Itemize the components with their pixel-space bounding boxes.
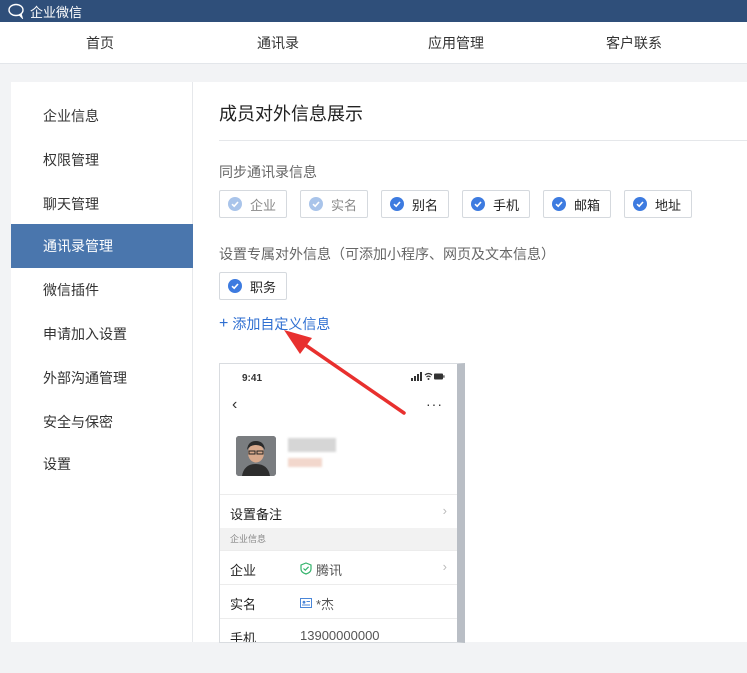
sync-chip-group: 企业 实名 别名 手机 邮箱 地址 (219, 190, 719, 218)
sync-section-label: 同步通讯录信息 (219, 164, 317, 180)
sidebar-item-permissions[interactable]: 权限管理 (11, 138, 193, 182)
avatar (236, 436, 276, 476)
realname-row: 实名 *杰 (220, 584, 457, 618)
checkmark-icon (228, 279, 242, 293)
chip-position[interactable]: 职务 (219, 272, 288, 300)
nav-contacts[interactable]: 通讯录 (218, 22, 338, 64)
nav-home[interactable]: 首页 (40, 22, 160, 64)
checkmark-icon (228, 197, 242, 211)
wecom-logo-icon (8, 3, 26, 19)
custom-info-section-label: 设置专属对外信息（可添加小程序、网页及文本信息） (219, 246, 555, 262)
sidebar-item-chat-management[interactable]: 聊天管理 (11, 182, 193, 226)
sidebar-item-external-communication[interactable]: 外部沟通管理 (11, 356, 193, 400)
page-title: 成员对外信息展示 (219, 104, 363, 124)
company-row[interactable]: 企业 腾讯 › (220, 550, 457, 584)
id-card-icon (300, 596, 312, 611)
chip-company: 企业 (219, 190, 288, 218)
sidebar-item-wechat-plugin[interactable]: 微信插件 (11, 268, 193, 312)
company-info-group-label: 企业信息 (220, 528, 457, 550)
sidebar-item-settings[interactable]: 设置 (11, 442, 193, 486)
chevron-right-icon: › (442, 559, 447, 574)
back-chevron-icon[interactable]: ‹ (232, 396, 237, 414)
chip-alias[interactable]: 别名 (381, 190, 450, 218)
checkmark-icon (471, 197, 485, 211)
blurred-subtitle (288, 458, 322, 467)
title-divider (219, 140, 747, 141)
checkmark-icon (552, 197, 566, 211)
top-nav: 首页 通讯录 应用管理 客户联系 (0, 22, 747, 64)
checkmark-icon (633, 197, 647, 211)
phone-status-bar: 9:41 (220, 364, 457, 394)
chip-address[interactable]: 地址 (624, 190, 693, 218)
chip-realname: 实名 (300, 190, 369, 218)
chevron-right-icon: › (442, 503, 447, 518)
main-panel: 成员对外信息展示 同步通讯录信息 企业 实名 别名 手机 邮箱 地址 设置专属对… (193, 82, 747, 643)
signal-wifi-battery-icon (411, 372, 445, 381)
nav-apps[interactable]: 应用管理 (396, 22, 516, 64)
phone-time: 9:41 (242, 373, 263, 384)
blurred-name (288, 438, 336, 452)
app-titlebar: 企业微信 (0, 0, 747, 22)
sidebar-item-security[interactable]: 安全与保密 (11, 400, 193, 444)
sidebar-item-join-settings[interactable]: 申请加入设置 (11, 312, 193, 356)
nav-customer-contact[interactable]: 客户联系 (574, 22, 694, 64)
sidebar: 企业信息 权限管理 聊天管理 通讯录管理 微信插件 申请加入设置 外部沟通管理 … (11, 82, 193, 642)
sidebar-item-company-info[interactable]: 企业信息 (11, 94, 193, 138)
phone-nav-row: ‹ ··· (220, 394, 457, 422)
custom-chip-group: 职务 (219, 272, 419, 300)
verified-shield-icon (300, 561, 312, 578)
chip-mobile[interactable]: 手机 (462, 190, 531, 218)
sidebar-item-contacts-management[interactable]: 通讯录管理 (11, 224, 193, 268)
plus-icon: + (219, 315, 229, 332)
checkmark-icon (309, 197, 323, 211)
remark-row[interactable]: 设置备注 › (220, 494, 457, 528)
phone-preview: 9:41 ‹ ··· 设置备注 › 企业信息 企业 腾讯 › 实名 *杰 手机 … (219, 363, 465, 643)
add-custom-info-link[interactable]: + 添加自定义信息 (219, 314, 330, 334)
more-dots-icon[interactable]: ··· (426, 396, 443, 412)
chip-email[interactable]: 邮箱 (543, 190, 612, 218)
checkmark-icon (390, 197, 404, 211)
mobile-row: 手机 13900000000 (220, 618, 457, 642)
app-title: 企业微信 (30, 4, 83, 20)
